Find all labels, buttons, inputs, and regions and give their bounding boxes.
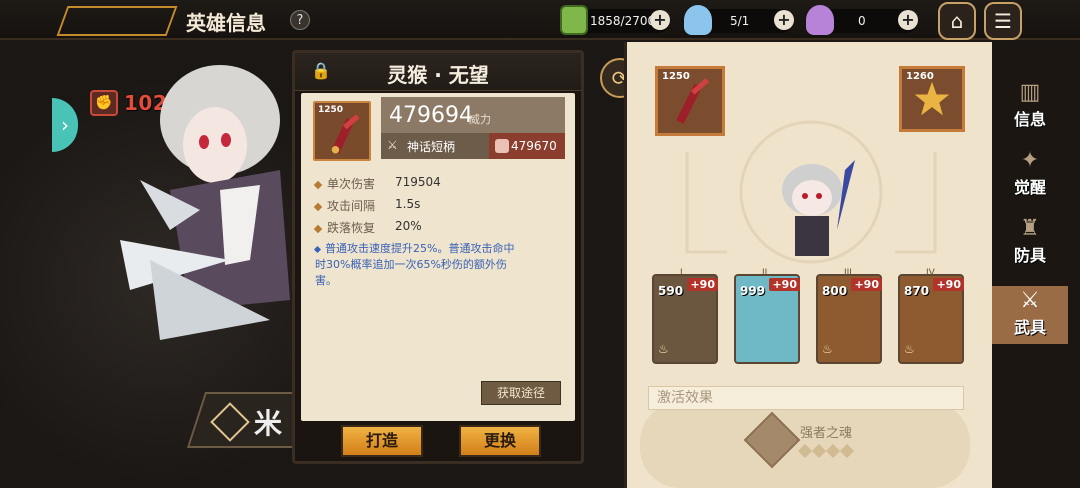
purple-potion-value: 0 (858, 14, 866, 28)
stat-label: 跌落恢复 (327, 221, 376, 235)
flame-icon: ♨ (822, 342, 833, 356)
stat-row: 跌落恢复 20% (313, 219, 422, 236)
equip-plus: +90 (687, 278, 718, 291)
tab-label: 武具 (1013, 318, 1046, 337)
blue-potion-icon (684, 5, 712, 35)
blue-potion-value: 5/1 (730, 14, 750, 28)
chevron-right-icon: › (61, 113, 69, 137)
purple-potion-icon (806, 5, 834, 35)
equip-plus: +90 (769, 278, 800, 291)
stat-label: 单次伤害 (327, 177, 376, 191)
stat-value: 1.5s (395, 197, 421, 211)
equip-roman: III (844, 268, 852, 278)
gem-value: 1858/2700 (590, 14, 656, 28)
tab-weapon[interactable]: ⚔ 武具 (992, 286, 1068, 344)
stat-value: 20% (395, 219, 422, 233)
weapon-icon (331, 114, 360, 154)
item-power-value: 479694 (389, 103, 473, 128)
equip-level: 999 (740, 284, 766, 298)
item-panel-header: 🔒 灵猴 · 无望 (295, 53, 581, 91)
top-bar: 英雄信息 ? 1858/2700 + 5/1 + 0 + ⌂ ☰ (0, 0, 1080, 40)
item-power-secondary: 479670 (489, 133, 565, 159)
item-power-label: 威力 (469, 113, 491, 126)
flame-icon: ♨ (904, 342, 915, 356)
add-blue-potion-button[interactable]: + (774, 10, 794, 30)
stat-row: 攻击间隔 1.5s (313, 197, 420, 214)
menu-button[interactable]: ☰ (984, 2, 1022, 40)
soul-progress (797, 443, 855, 459)
equip-plus: +90 (933, 278, 964, 291)
add-gems-button[interactable]: + (650, 10, 670, 30)
soul-name: 强者之魂 (800, 426, 853, 441)
item-description: 普通攻击速度提升25%。普通攻击命中时30%概率追加一次65%秒伤的额外伤害。 (313, 241, 521, 289)
item-description-text: 普通攻击速度提升25%。普通攻击命中时30%概率追加一次65%秒伤的额外伤害。 (315, 242, 515, 287)
item-slot: 1250 (313, 101, 371, 161)
stat-value: 719504 (395, 175, 441, 189)
hero-name: 米 (254, 407, 283, 440)
equip-level: 870 (904, 284, 930, 298)
stat-row: 单次伤害 719504 (313, 175, 441, 192)
tab-label: 信息 (1013, 110, 1046, 129)
hero-portrait (120, 65, 290, 340)
equip-plus: +90 (851, 278, 882, 291)
game-logo (56, 6, 178, 36)
item-type-row: ⚔ 神话短柄 479670 (381, 133, 565, 159)
item-panel-body: 1250 479694 威力 ⚔ 神话短柄 479670 单次伤害 719504… (301, 93, 575, 421)
add-purple-potion-button[interactable]: + (898, 10, 918, 30)
equipment-card[interactable]: III 800 +90 ♨ (816, 268, 882, 364)
weapon-slot-level: 1250 (662, 71, 690, 82)
tab-armor[interactable]: ♜ 防具 (992, 214, 1068, 272)
equip-roman: I (680, 268, 683, 278)
equipment-card[interactable]: II 999 +90 (734, 268, 800, 364)
hero-chibi (782, 160, 855, 256)
help-icon[interactable]: ? (290, 10, 310, 30)
stat-label: 攻击间隔 (327, 199, 376, 213)
home-button[interactable]: ⌂ (938, 2, 976, 40)
tab-awaken[interactable]: ✦ 觉醒 (992, 146, 1068, 204)
page-title: 英雄信息 (186, 11, 266, 35)
equip-level: 590 (658, 284, 684, 298)
side-tabs: ▥ 信息 ✦ 觉醒 ♜ 防具 ⚔ 武具 (992, 42, 1080, 488)
star-slot-level: 1260 (906, 71, 934, 82)
equip-level: 800 (822, 284, 848, 298)
activation-effect-field: 激活效果 (648, 386, 964, 410)
obtain-source-button[interactable]: 获取途径 (481, 381, 561, 405)
forge-button[interactable]: 打造 (341, 425, 423, 457)
menu-icon: ☰ (994, 9, 1012, 33)
flame-icon: ♨ (658, 342, 669, 356)
item-power-secondary-value: 479670 (511, 139, 557, 153)
item-type: 神话短柄 (407, 140, 456, 154)
replace-button[interactable]: 更换 (459, 425, 541, 457)
equip-roman: IV (926, 268, 935, 278)
weapon-slot[interactable]: 1250 (655, 66, 725, 136)
fist-icon (495, 139, 509, 153)
tab-label: 觉醒 (1013, 178, 1046, 197)
equip-roman: II (762, 268, 768, 278)
gem-icon (560, 5, 588, 35)
star-slot[interactable]: 1260 (899, 66, 965, 132)
equipment-card[interactable]: I 590 +90 ♨ (652, 268, 718, 364)
sword-icon: ⚔ (387, 138, 398, 152)
home-icon: ⌂ (950, 9, 964, 33)
item-name: 灵猴 · 无望 (387, 63, 489, 87)
tab-label: 防具 (1013, 246, 1046, 265)
tab-info[interactable]: ▥ 信息 (992, 78, 1068, 136)
item-detail-panel: 🔒 灵猴 · 无望 1250 479694 威力 ⚔ 神话短柄 479670 单… (292, 50, 584, 464)
equipment-card[interactable]: IV 870 +90 ♨ (898, 268, 964, 364)
